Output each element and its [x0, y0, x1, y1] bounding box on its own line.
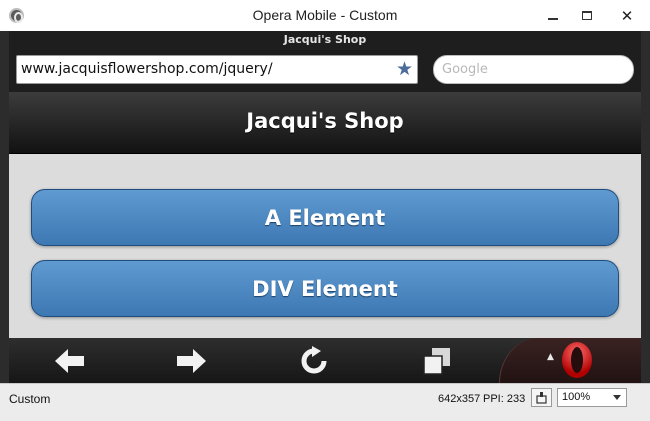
search-placeholder: Google [442, 62, 488, 77]
minimize-button[interactable] [536, 0, 570, 31]
minimize-icon [548, 17, 558, 20]
close-button[interactable]: ✕ [604, 0, 650, 31]
star-icon[interactable]: ★ [396, 58, 413, 80]
profile-label: Custom [9, 392, 51, 406]
resolution-label: 642x357 [438, 393, 481, 405]
maximize-button[interactable] [570, 0, 604, 31]
opera-menu-button[interactable]: ▲ [499, 338, 641, 383]
page-content: A Element DIV Element [9, 154, 641, 338]
maximize-icon [582, 11, 592, 20]
back-button[interactable] [45, 338, 95, 383]
chevron-down-icon [613, 395, 621, 400]
a-element-label: A Element [264, 205, 386, 230]
status-bar: Custom 642x357 PPI: 233 100% [0, 383, 650, 421]
reload-icon [301, 345, 327, 373]
rotate-button[interactable] [531, 388, 552, 407]
reload-button[interactable] [289, 338, 339, 383]
div-element-button[interactable]: DIV Element [31, 260, 619, 317]
address-bar[interactable]: www.jacquisflowershop.com/jquery/ ★ [16, 55, 418, 84]
ppi-label: PPI: 233 [483, 393, 526, 405]
address-text: www.jacquisflowershop.com/jquery/ [21, 61, 273, 77]
div-element-label: DIV Element [252, 276, 398, 301]
back-arrow-icon [55, 348, 84, 373]
a-element-button[interactable]: A Element [31, 189, 619, 246]
menu-up-icon: ▲ [547, 352, 554, 362]
forward-button[interactable] [166, 338, 216, 383]
search-input[interactable]: Google [433, 55, 634, 84]
zoom-select[interactable]: 100% [557, 388, 627, 407]
browser-header: Jacqui's Shop www.jacquisflowershop.com/… [9, 31, 641, 92]
page-header: Jacqui's Shop [9, 92, 641, 154]
tabs-button[interactable] [412, 338, 462, 383]
tabs-icon [423, 347, 450, 375]
window-title-bar: Opera Mobile - Custom ✕ [0, 0, 650, 31]
page-tab-title: Jacqui's Shop [283, 33, 367, 46]
rotate-icon [536, 392, 547, 404]
close-icon: ✕ [620, 6, 634, 25]
opera-menu-icon [562, 342, 592, 378]
bottom-toolbar: ▲ [9, 338, 641, 383]
page-title: Jacqui's Shop [246, 109, 404, 133]
forward-arrow-icon [177, 348, 206, 373]
zoom-value: 100% [562, 391, 591, 403]
